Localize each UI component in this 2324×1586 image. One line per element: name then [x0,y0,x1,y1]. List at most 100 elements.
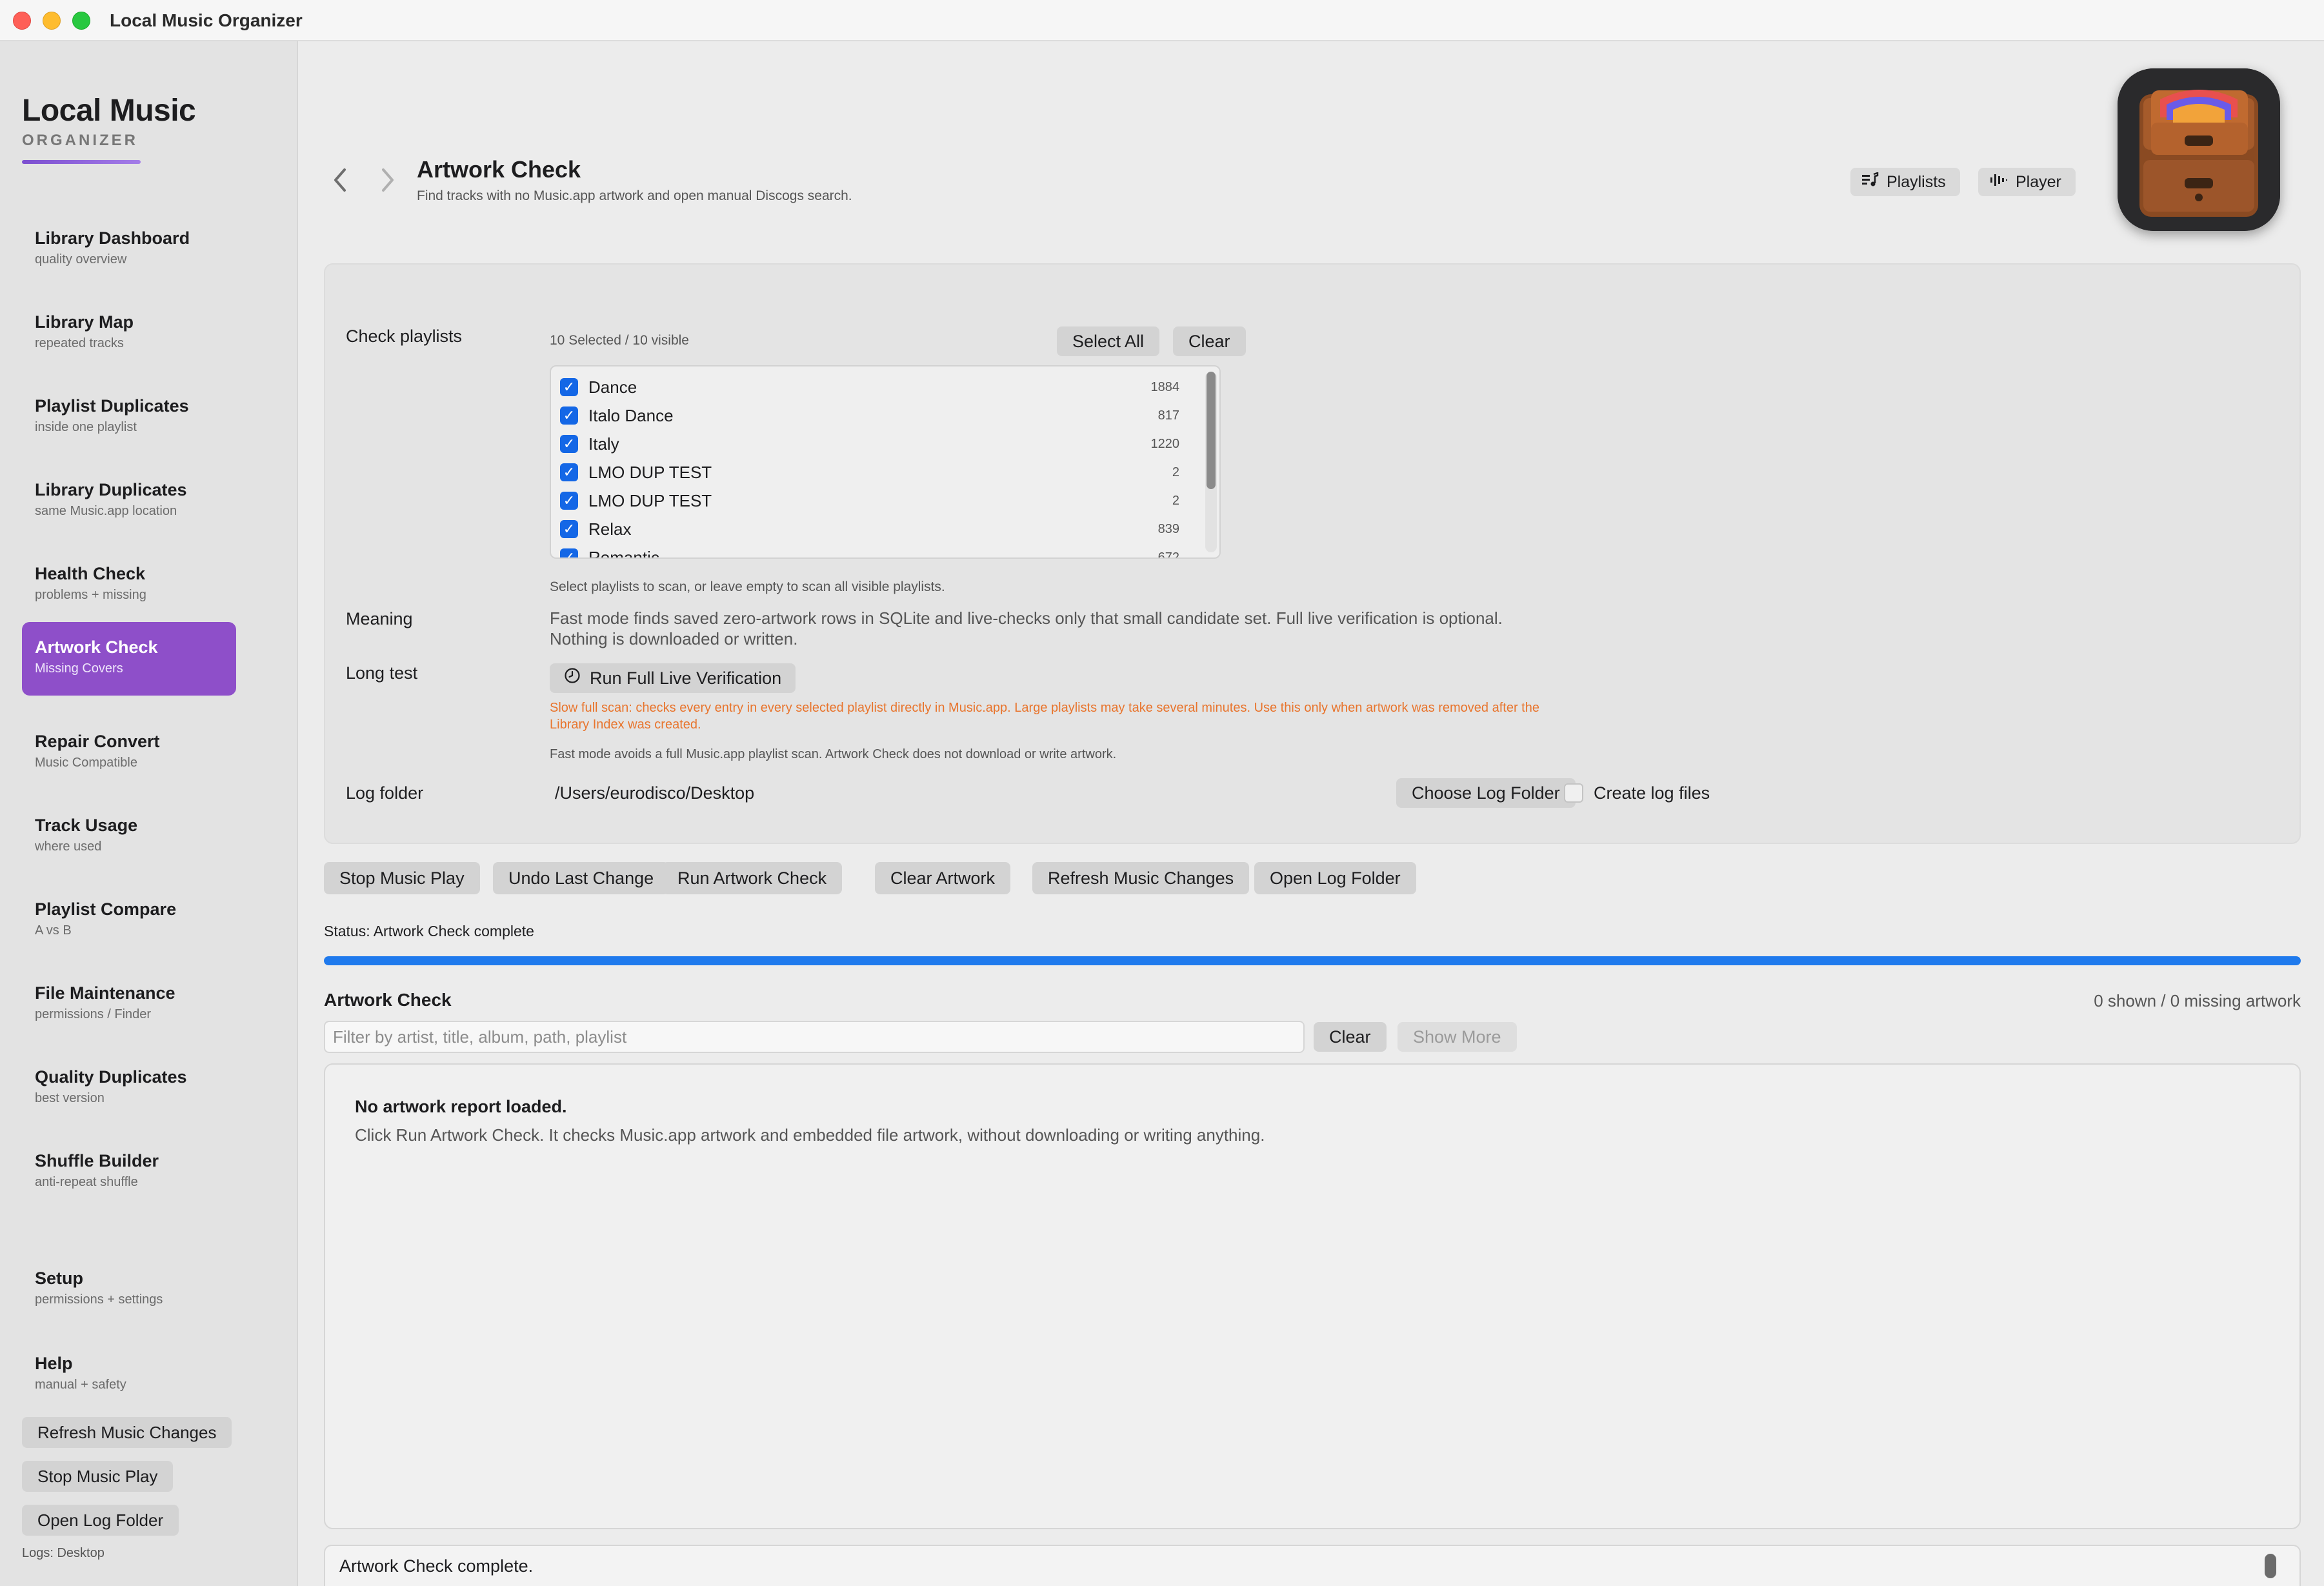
run-full-verification-button[interactable]: Run Full Live Verification [550,663,796,693]
log-output-scrollbar[interactable] [2265,1554,2276,1578]
create-log-files-checkbox[interactable] [1564,783,1583,803]
long-test-label: Long test [346,663,418,683]
player-button[interactable]: Player [1978,168,2076,196]
sidebar-refresh-button[interactable]: Refresh Music Changes [22,1417,232,1448]
playlist-name: LMO DUP TEST [588,490,712,510]
checkbox-checked-icon[interactable]: ✓ [560,548,578,557]
sidebar-item-playlist-duplicates[interactable]: Playlist Duplicates inside one playlist [22,381,236,454]
sidebar-item-track-usage[interactable]: Track Usage where used [22,800,236,874]
player-button-label: Player [2016,172,2061,191]
sidebar-item-sublabel: permissions + settings [35,1292,163,1307]
sidebar-item-library-map[interactable]: Library Map repeated tracks [22,297,236,370]
run-artwork-check-button[interactable]: Run Artwork Check [662,862,843,894]
minimize-window-button[interactable] [43,12,61,30]
playlist-count: 1884 [1150,379,1180,394]
select-hint: Select playlists to scan, or leave empty… [550,579,945,594]
app-logo-icon [2118,68,2280,231]
sidebar-item-help[interactable]: Help manual + safety [22,1338,236,1412]
sidebar-item-sublabel: anti-repeat shuffle [35,1175,138,1189]
playlist-count: 2 [1172,493,1179,508]
checkbox-checked-icon[interactable]: ✓ [560,407,578,425]
list-item[interactable]: ✓ Dance 1884 [560,373,1179,401]
progress-bar [324,956,2301,965]
run-full-verification-label: Run Full Live Verification [590,668,782,688]
page-subtitle: Find tracks with no Music.app artwork an… [417,188,852,203]
list-item[interactable]: ✓ Italo Dance 817 [560,401,1179,430]
sidebar: Local Music ORGANIZER Library Dashboard … [0,41,298,1586]
choose-log-folder-button[interactable]: Choose Log Folder [1396,778,1576,808]
checkbox-checked-icon[interactable]: ✓ [560,520,578,538]
sidebar-item-label: Quality Duplicates [35,1067,187,1087]
sidebar-open-log-folder-button[interactable]: Open Log Folder [22,1505,179,1536]
slow-scan-warning: Slow full scan: checks every entry in ev… [550,701,1539,732]
sidebar-item-library-dashboard[interactable]: Library Dashboard quality overview [22,213,236,286]
filter-input[interactable] [324,1021,1305,1053]
sidebar-item-repair-convert[interactable]: Repair Convert Music Compatible [22,716,236,790]
sidebar-item-file-maintenance[interactable]: File Maintenance permissions / Finder [22,968,236,1041]
playlists-button-label: Playlists [1887,172,1946,191]
sidebar-item-sublabel: best version [35,1091,105,1105]
sidebar-item-setup[interactable]: Setup permissions + settings [22,1253,236,1327]
meaning-label: Meaning [346,609,413,628]
sidebar-item-artwork-check[interactable]: Artwork Check Missing Covers [22,622,236,696]
list-item[interactable]: ✓ Romantic 672 [560,543,1179,557]
sidebar-item-label: Repair Convert [35,732,160,751]
list-item[interactable]: ✓ Italy 1220 [560,430,1179,458]
sidebar-item-library-duplicates[interactable]: Library Duplicates same Music.app locati… [22,465,236,538]
zoom-window-button[interactable] [72,12,90,30]
waveform-icon [1990,172,2008,192]
chevron-right-icon[interactable] [379,167,396,198]
logs-location-label: Logs: Desktop [22,1546,105,1560]
sidebar-item-sublabel: inside one playlist [35,420,137,434]
progress-bar-fill [324,956,2301,965]
playlists-button[interactable]: Playlists [1850,168,1960,196]
sidebar-item-sublabel: Missing Covers [35,661,123,676]
list-item[interactable]: ✓ LMO DUP TEST 2 [560,458,1179,487]
title-bar: Local Music Organizer [0,0,2324,41]
list-item[interactable]: ✓ Relax 839 [560,515,1179,543]
show-more-button[interactable]: Show More [1397,1022,1517,1052]
sidebar-item-shuffle-builder[interactable]: Shuffle Builder anti-repeat shuffle [22,1136,236,1209]
sidebar-item-playlist-compare[interactable]: Playlist Compare A vs B [22,884,236,958]
results-section-title: Artwork Check [324,990,452,1010]
playlist-list[interactable]: ✓ Dance 1884 ✓ Italo Dance 817 ✓ Italy 1… [550,365,1221,559]
clear-selection-button[interactable]: Clear [1173,326,1246,356]
chevron-left-icon[interactable] [332,167,348,198]
list-item[interactable]: ✓ LMO DUP TEST 2 [560,487,1179,515]
check-playlists-label: Check playlists [346,326,463,346]
playlist-count: 2 [1172,465,1179,479]
sidebar-item-label: Library Duplicates [35,480,187,499]
checkbox-checked-icon[interactable]: ✓ [560,463,578,481]
sidebar-item-sublabel: permissions / Finder [35,1007,152,1021]
sidebar-item-label: Track Usage [35,816,138,835]
checkbox-checked-icon[interactable]: ✓ [560,435,578,453]
close-window-button[interactable] [13,12,31,30]
brand-title: Local Music [22,94,196,128]
log-folder-label: Log folder [346,783,424,803]
select-all-button[interactable]: Select All [1057,326,1160,356]
clear-artwork-button[interactable]: Clear Artwork [875,862,1011,894]
sidebar-item-quality-duplicates[interactable]: Quality Duplicates best version [22,1052,236,1125]
checkbox-checked-icon[interactable]: ✓ [560,378,578,396]
undo-last-change-button[interactable]: Undo Last Change [493,862,670,894]
clear-filter-button[interactable]: Clear [1314,1022,1387,1052]
playlist-name: Relax [588,519,632,539]
checkbox-checked-icon[interactable]: ✓ [560,492,578,510]
playlist-name: Italy [588,434,619,454]
sidebar-item-label: Library Map [35,312,134,332]
playlist-list-scroll-thumb[interactable] [1207,372,1216,489]
playlist-count: 817 [1157,408,1179,423]
playlist-count: 839 [1157,521,1179,536]
refresh-music-changes-button[interactable]: Refresh Music Changes [1032,862,1250,894]
stop-music-play-button[interactable]: Stop Music Play [324,862,480,894]
sidebar-item-label: Help [35,1354,73,1373]
sidebar-item-label: Playlist Compare [35,899,177,919]
open-log-folder-button[interactable]: Open Log Folder [1254,862,1416,894]
sidebar-item-health-check[interactable]: Health Check problems + missing [22,548,236,622]
sidebar-item-label: Shuffle Builder [35,1151,159,1170]
sidebar-stop-music-button[interactable]: Stop Music Play [22,1461,174,1492]
selected-count-label: 10 Selected / 10 visible [550,333,689,348]
fast-mode-note: Fast mode avoids a full Music.app playli… [550,747,1117,761]
empty-report-body: Click Run Artwork Check. It checks Music… [355,1125,1265,1145]
meaning-text: Fast mode finds saved zero-artwork rows … [550,608,1503,648]
